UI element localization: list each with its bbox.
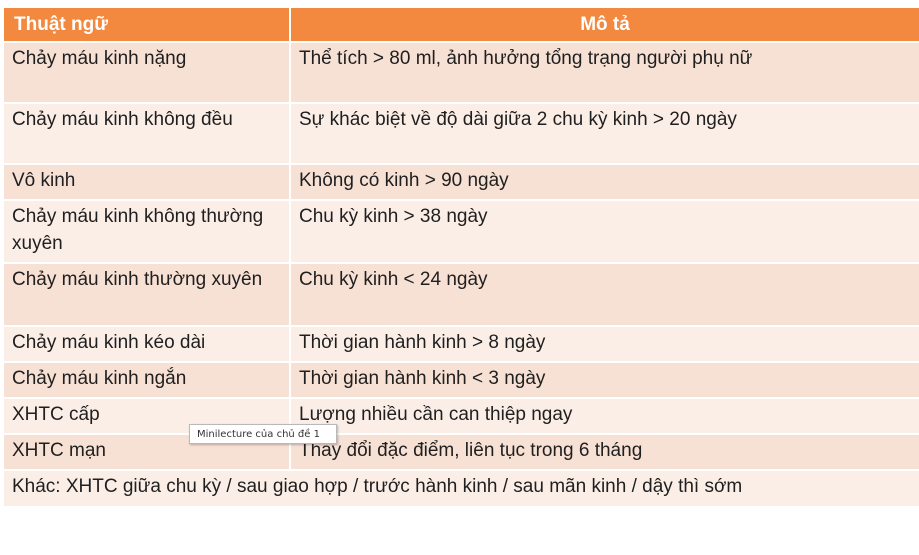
term-cell: Chảy máu kinh nặng xyxy=(4,41,291,103)
description-cell: Lượng nhiều cần can thiệp ngay xyxy=(290,397,919,434)
description-cell: Chu kỳ kinh < 24 ngày xyxy=(290,262,919,326)
table-row: XHTC cấp Lượng nhiều cần can thiệp ngay xyxy=(4,397,919,434)
footer-note: Khác: XHTC giữa chu kỳ / sau giao hợp / … xyxy=(4,469,919,506)
hover-tooltip: Minilecture của chủ đề 1 xyxy=(189,424,337,444)
term-cell: Chảy máu kinh không đều xyxy=(4,102,291,164)
table-footer-row: Khác: XHTC giữa chu kỳ / sau giao hợp / … xyxy=(4,469,919,506)
header-term: Thuật ngữ xyxy=(4,8,291,42)
term-cell: Chảy máu kinh không thường xuyên xyxy=(4,199,291,263)
table-row: Chảy máu kinh thường xuyên Chu kỳ kinh <… xyxy=(4,262,919,326)
term-cell: Chảy máu kinh thường xuyên xyxy=(4,262,291,326)
term-cell: Vô kinh xyxy=(4,163,291,200)
table-row: XHTC mạn Thay đổi đặc điểm, liên tục tro… xyxy=(4,433,919,470)
table-row: Vô kinh Không có kinh > 90 ngày xyxy=(4,163,919,200)
description-cell: Thời gian hành kinh > 8 ngày xyxy=(290,325,919,362)
description-cell: Không có kinh > 90 ngày xyxy=(290,163,919,200)
description-cell: Thời gian hành kinh < 3 ngày xyxy=(290,361,919,398)
terminology-table: Thuật ngữ Mô tả Chảy máu kinh nặng Thể t… xyxy=(4,8,919,506)
term-cell: Chảy máu kinh ngắn xyxy=(4,361,291,398)
term-cell: Chảy máu kinh kéo dài xyxy=(4,325,291,362)
table-row: Chảy máu kinh ngắn Thời gian hành kinh <… xyxy=(4,361,919,398)
description-cell: Thay đổi đặc điểm, liên tục trong 6 thán… xyxy=(290,433,919,470)
description-cell: Thể tích > 80 ml, ảnh hưởng tổng trạng n… xyxy=(290,41,919,103)
header-row: Thuật ngữ Mô tả xyxy=(4,8,919,42)
table-row: Chảy máu kinh kéo dài Thời gian hành kin… xyxy=(4,325,919,362)
table-row: Chảy máu kinh không đều Sự khác biệt về … xyxy=(4,102,919,164)
header-description: Mô tả xyxy=(290,8,919,42)
table-row: Chảy máu kinh không thường xuyên Chu kỳ … xyxy=(4,199,919,263)
description-cell: Sự khác biệt về độ dài giữa 2 chu kỳ kin… xyxy=(290,102,919,164)
description-cell: Chu kỳ kinh > 38 ngày xyxy=(290,199,919,263)
table-row: Chảy máu kinh nặng Thể tích > 80 ml, ảnh… xyxy=(4,41,919,103)
slide-frame: Thuật ngữ Mô tả Chảy máu kinh nặng Thể t… xyxy=(0,0,919,555)
